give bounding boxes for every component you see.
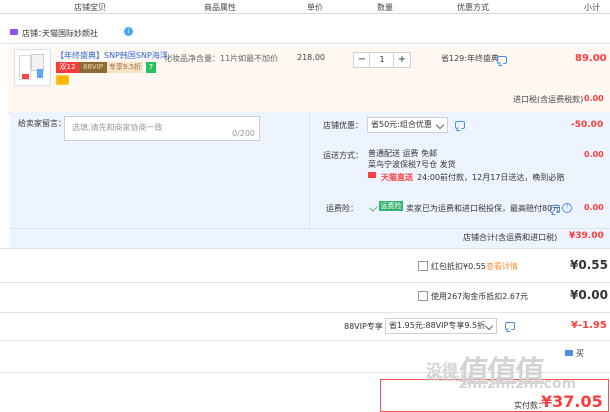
insurance-label: 运费险：: [326, 204, 358, 213]
vip-select[interactable]: 省1.95元:88VIP专享9.5折: [385, 318, 497, 334]
shipping-line3: 24:00前付款，12月17日送达，晚到必赔: [417, 173, 565, 182]
help-icon[interactable]: ?: [562, 203, 572, 213]
import-tax-label: 进口税(含运费税款): [513, 95, 584, 104]
vip-chat-icon[interactable]: [505, 322, 515, 330]
shop-discount-label: 店铺优惠：: [323, 121, 363, 130]
header-subtotal: 小计: [584, 3, 600, 12]
insurance-tag: 运费险: [379, 201, 403, 211]
taojin-checkbox[interactable]: [418, 291, 428, 301]
divider: [0, 248, 610, 249]
cart-header: 店铺宝贝 商品属性 单价 数量 优惠方式 小计: [0, 0, 610, 14]
import-tax-value: 0.00: [584, 94, 604, 103]
shipping-line1: 普通配送 运费 免邮: [368, 149, 438, 158]
message-placeholder: 选填,请先和商家协商一致: [72, 123, 163, 132]
product-title[interactable]: 【年终盛典】SNP韩国SNP海洋...: [56, 50, 175, 61]
header-shop-item: 店铺宝贝: [74, 3, 106, 12]
shop-total-label: 店铺合计(含运费和进口税): [463, 233, 558, 242]
header-discount: 优惠方式: [457, 3, 489, 12]
taojin-value: ¥0.00: [570, 288, 608, 302]
double12-tag: 双12: [56, 62, 79, 73]
insurance-value: 0.00: [584, 203, 604, 212]
quantity-input[interactable]: 1: [369, 52, 395, 68]
vip-discount-tag: 专享9.5折: [107, 62, 143, 73]
side-text: 买: [576, 349, 584, 358]
divider: [0, 340, 610, 341]
shop-badge: i: [124, 27, 133, 36]
product-price: 218.00: [297, 53, 325, 62]
header-unit-price: 单价: [307, 3, 323, 12]
message-label: 给卖家留言：: [18, 119, 66, 128]
shop-name[interactable]: 天猫国际妙颜社: [42, 28, 98, 39]
shop-total-value: ¥39.00: [569, 231, 604, 241]
vip-selected: 省1.95元:88VIP专享9.5折: [389, 321, 486, 330]
insurance-chat-icon[interactable]: [550, 205, 560, 213]
shop-discount-select[interactable]: 省50元:组合优惠: [367, 117, 448, 133]
header-quantity: 数量: [377, 3, 393, 12]
redpacket-checkbox[interactable]: [418, 261, 428, 271]
insurance-text: 卖家已为运费和进口税投保，最高赔付80元: [406, 204, 561, 213]
taojin-label: 使用267淘金币抵扣2.67元: [431, 292, 529, 301]
redpacket-label: 红包抵扣¥0.55: [431, 262, 486, 271]
shipping-label: 运送方式：: [323, 151, 363, 160]
product-subtotal: 89.00: [575, 53, 607, 64]
shop-discount-chat-icon[interactable]: [455, 121, 465, 129]
header-attributes: 商品属性: [204, 3, 236, 12]
payment-value: ¥37.05: [541, 392, 603, 411]
vip-tag: 88VIP: [79, 62, 107, 73]
vip-label: 88VIP专享: [344, 322, 383, 331]
shipping-brand: 天猫直送: [381, 173, 413, 182]
redpacket-link[interactable]: 查看详情: [486, 261, 518, 272]
discount-text: 省129:年终盛典: [441, 54, 499, 63]
chevron-down-icon: [435, 120, 445, 130]
shop-discount-selected: 省50元:组合优惠: [371, 120, 432, 129]
vertical-divider: [309, 112, 310, 228]
divider: [0, 312, 610, 313]
chevron-down-icon: [484, 321, 494, 331]
message-counter: 0/200: [231, 129, 255, 138]
shipping-line2: 菜鸟宁波保税7号仓 发货: [368, 160, 456, 169]
shop-icon: [10, 29, 18, 35]
discount-chat-icon[interactable]: [497, 56, 507, 64]
vip-value: ¥-1.95: [571, 320, 607, 331]
seven-days-badge: 7: [146, 62, 156, 73]
product-image[interactable]: [14, 49, 51, 86]
shipping-value: 0.00: [584, 150, 604, 159]
watermark-site: zhi.zhi.zhi.com: [459, 376, 577, 392]
message-textarea[interactable]: 选填,请先和商家协商一致 0/200: [64, 116, 260, 141]
divider: [0, 282, 610, 283]
divider: [0, 43, 610, 44]
product-spec: 化妆品净含量：11片如最不加价: [164, 54, 279, 63]
shop-discount-value: -50.00: [571, 120, 604, 130]
tmall-logo-icon: [368, 172, 376, 178]
increase-quantity-button[interactable]: +: [393, 52, 411, 68]
side-icon: [565, 350, 573, 356]
redpacket-value: ¥0.55: [570, 258, 608, 272]
coupon-icon: [56, 75, 69, 85]
